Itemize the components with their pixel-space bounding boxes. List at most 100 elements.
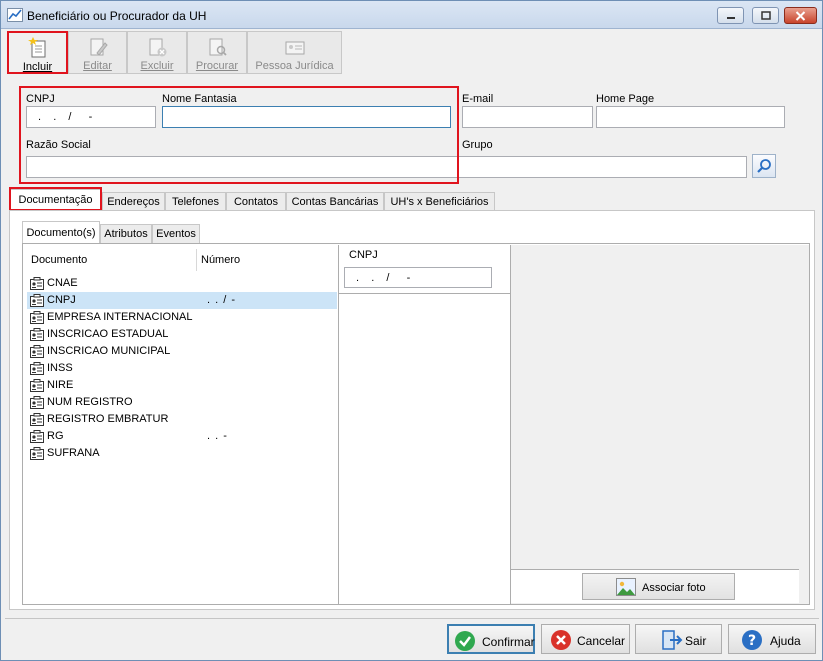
document-row[interactable]: EMPRESA INTERNACIONAL <box>27 309 337 326</box>
document-row[interactable]: SUFRANA <box>27 445 337 462</box>
confirmar-label: Confirmar <box>482 635 535 649</box>
title-bar: Beneficiário ou Procurador da UH <box>1 1 822 29</box>
editar-label: Editar <box>83 60 112 72</box>
close-button[interactable] <box>784 7 817 24</box>
grupo-search-button[interactable] <box>752 154 776 178</box>
tab-contatos[interactable]: Contatos <box>226 192 286 211</box>
document-name: INSCRICAO ESTADUAL <box>47 328 169 340</box>
search-document-icon <box>209 38 227 56</box>
col-numero: Número <box>201 254 241 266</box>
document-row[interactable]: CNPJ . . / - <box>27 292 337 309</box>
subtab-label: Eventos <box>156 228 196 240</box>
pessoa-juridica-button[interactable]: Pessoa Jurídica <box>247 31 342 74</box>
search-icon <box>757 159 771 173</box>
cancel-icon <box>551 630 571 650</box>
document-detail: CNPJ <box>339 245 511 604</box>
ajuda-label: Ajuda <box>770 634 801 648</box>
maximize-button[interactable] <box>752 7 779 24</box>
id-card-icon <box>30 430 44 443</box>
exit-door-icon <box>662 630 683 650</box>
subtab-eventos[interactable]: Eventos <box>152 224 200 243</box>
document-list[interactable]: Documento Número CNAE CNPJ . . / - EMPRESA … <box>24 245 339 604</box>
procurar-label: Procurar <box>195 60 239 72</box>
excluir-label: Excluir <box>140 60 174 72</box>
tab-contas-bancarias[interactable]: Contas Bancárias <box>286 192 384 211</box>
check-icon <box>455 631 475 651</box>
razao-social-input[interactable] <box>26 156 458 178</box>
document-row[interactable]: NIRE <box>27 377 337 394</box>
grupo-input[interactable] <box>458 156 747 178</box>
main-window: Beneficiário ou Procurador da UH Incluir <box>0 0 823 661</box>
document-name: CNAE <box>47 277 78 289</box>
email-input[interactable] <box>462 106 593 128</box>
subtab-atributos[interactable]: Atributos <box>100 224 152 243</box>
id-card-icon <box>30 294 44 307</box>
sair-button[interactable]: Sair <box>635 624 722 654</box>
col-documento: Documento <box>31 254 88 266</box>
picture-icon <box>616 578 636 596</box>
id-card-icon <box>30 447 44 460</box>
razao-social-label: Razão Social <box>26 139 91 151</box>
document-row[interactable]: NUM REGISTRO <box>27 394 337 411</box>
document-name: NIRE <box>47 379 74 391</box>
id-card-icon <box>30 413 44 426</box>
document-name: RG <box>47 430 64 442</box>
detail-label: CNPJ <box>349 249 378 261</box>
id-card-icon <box>30 277 44 290</box>
document-name: INSCRICAO MUNICIPAL <box>47 345 171 357</box>
editar-button[interactable]: Editar <box>68 31 127 74</box>
home-page-input[interactable] <box>596 106 785 128</box>
document-name: REGISTRO EMBRATUR <box>47 413 169 425</box>
cancelar-button[interactable]: Cancelar <box>541 624 630 654</box>
minimize-button[interactable] <box>717 7 744 24</box>
associar-foto-button[interactable]: Associar foto <box>582 573 735 600</box>
subtab-label: Documento(s) <box>26 227 96 239</box>
documentos-panel: Documento Número CNAE CNPJ . . / - EMPRESA … <box>22 243 810 605</box>
window-title: Beneficiário ou Procurador da UH <box>27 9 207 23</box>
column-separator[interactable] <box>196 249 197 271</box>
document-row[interactable]: CNAE <box>27 275 337 292</box>
pessoa-juridica-label: Pessoa Jurídica <box>255 60 334 72</box>
subtab-documentos[interactable]: Documento(s) <box>22 221 100 244</box>
confirmar-button[interactable]: Confirmar <box>447 624 535 654</box>
photo-footer: Associar foto <box>511 569 799 603</box>
document-name: SUFRANA <box>47 447 100 459</box>
documentacao-panel: Documento(s) Atributos Eventos Documento… <box>9 210 815 610</box>
cnpj-input[interactable] <box>26 106 156 128</box>
id-card-icon <box>30 345 44 358</box>
chart-icon <box>7 8 23 22</box>
nome-fantasia-input[interactable] <box>162 106 451 128</box>
incluir-button[interactable]: Incluir <box>7 31 68 74</box>
tab-label: Contas Bancárias <box>291 196 379 208</box>
tab-label: Telefones <box>171 196 220 208</box>
detail-input[interactable] <box>344 267 492 288</box>
divider <box>339 293 511 294</box>
document-row[interactable]: INSCRICAO MUNICIPAL <box>27 343 337 360</box>
photo-panel: Associar foto <box>511 245 809 604</box>
tab-label: Contatos <box>233 196 279 208</box>
tab-telefones[interactable]: Telefones <box>165 192 226 211</box>
document-row[interactable]: INSCRICAO ESTADUAL <box>27 326 337 343</box>
excluir-button[interactable]: Excluir <box>127 31 187 74</box>
document-row[interactable]: RG . . - <box>27 428 337 445</box>
id-card-icon <box>285 41 304 55</box>
tab-label: UH's x Beneficiários <box>390 196 489 208</box>
document-row[interactable]: REGISTRO EMBRATUR <box>27 411 337 428</box>
new-document-icon <box>27 37 45 58</box>
id-card-icon <box>30 362 44 375</box>
incluir-label: Incluir <box>22 61 53 73</box>
tab-documentacao[interactable]: Documentação <box>9 189 102 211</box>
svg-text:?: ? <box>748 633 756 649</box>
maximize-icon <box>760 11 771 20</box>
minimize-icon <box>726 16 735 19</box>
procurar-button[interactable]: Procurar <box>187 31 247 74</box>
help-icon: ? <box>742 630 762 650</box>
tab-uhs-beneficiarios[interactable]: UH's x Beneficiários <box>384 192 495 211</box>
document-row[interactable]: INSS <box>27 360 337 377</box>
associar-foto-label: Associar foto <box>642 582 706 594</box>
ajuda-button[interactable]: ? Ajuda <box>728 624 816 654</box>
edit-document-icon <box>90 38 108 56</box>
footer-divider <box>5 618 819 619</box>
tab-enderecos[interactable]: Endereços <box>102 192 165 211</box>
cnpj-label: CNPJ <box>26 93 55 105</box>
